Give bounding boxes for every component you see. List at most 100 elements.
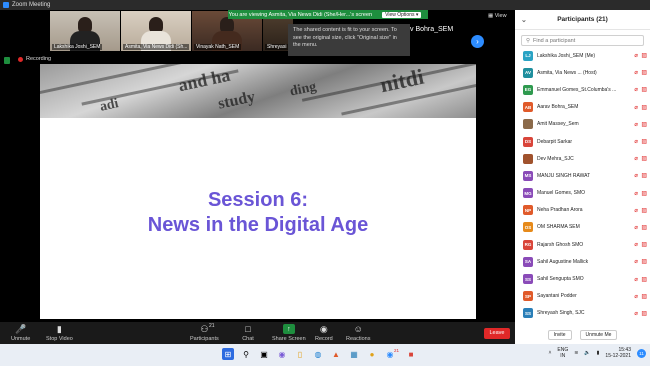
microphone-muted-icon: ⌀ — [634, 173, 638, 180]
participant-search-input[interactable] — [533, 37, 634, 44]
thumbnail-label: Shreyasi — [265, 44, 289, 50]
office-icon[interactable]: ■ — [405, 348, 417, 360]
unmute-button[interactable]: 🎤 Unmute — [11, 324, 30, 343]
start-icon[interactable]: ⊞ — [222, 348, 234, 360]
participant-row[interactable]: SA Sahil Augustine Mallick ⌀ ▨ — [515, 253, 650, 270]
video-off-icon: ▨ — [641, 87, 647, 94]
thumbnail-label: Asmita, Via News Didi (Sh... — [123, 44, 190, 50]
participant-row[interactable]: DS Debarpit Sarkar ⌀ ▨ — [515, 133, 650, 150]
video-off-icon: ▨ — [641, 190, 647, 197]
participant-search[interactable]: ⚲ — [521, 35, 644, 46]
microphone-muted-icon: ⌀ — [634, 242, 638, 249]
store-icon[interactable]: ▦ — [348, 348, 360, 360]
shield-icon[interactable] — [4, 57, 10, 64]
system-tray: ˄ ENG IN ≋ 🔈 ▮ 15:43 15-12-2021 11 — [548, 347, 646, 359]
search-icon[interactable]: ⚲ — [240, 348, 252, 360]
reactions-button[interactable]: ☺ Reactions — [346, 324, 370, 342]
participant-name: Sahil Sengupta SMO — [537, 276, 584, 283]
participant-row[interactable]: LJ Lakshika Joshi_SEM (Me) ⌀ ▨ — [515, 47, 650, 64]
file-explorer-icon[interactable]: ▯ — [294, 348, 306, 360]
task-view-icon[interactable]: ▣ — [258, 348, 270, 360]
avatar: EG — [523, 84, 533, 95]
chevron-up-icon[interactable]: ˄ — [548, 350, 551, 356]
slide-title-line2: News in the Digital Age — [147, 214, 369, 236]
video-off-icon: ▨ — [641, 121, 647, 128]
participant-name: Emmanuel Gomes_St.Columba's ... — [537, 86, 617, 93]
participant-row[interactable]: EG Emmanuel Gomes_St.Columba's ... ⌀ ▨ — [515, 81, 650, 98]
newspaper-header-image: and ha study ding nitdi adi — [40, 64, 476, 118]
participant-row[interactable]: MG Manuel Gomes, SMO ⌀ ▨ — [515, 185, 650, 202]
video-off-icon: ▨ — [641, 53, 647, 60]
stop-video-button[interactable]: ▮ Stop Video — [46, 323, 73, 343]
clock[interactable]: 15:43 15-12-2021 — [605, 347, 631, 359]
microphone-muted-icon: ⌀ — [634, 139, 638, 146]
record-button[interactable]: ◉ Record — [315, 323, 333, 343]
view-options-button[interactable]: View Options ▾ — [382, 11, 422, 18]
recording-indicator[interactable]: Recording — [18, 56, 51, 62]
chat-button[interactable]: □ Chat — [242, 324, 254, 342]
share-screen-button[interactable]: ↑ Share Screen — [272, 324, 306, 342]
participant-row[interactable]: SP Sayantani Podder ⌀ ▨ — [515, 288, 650, 305]
microphone-muted-icon: ⌀ — [634, 87, 638, 94]
next-page-button[interactable]: › — [471, 35, 484, 48]
participant-row[interactable]: NP Neha Pradhan Arora ⌀ ▨ — [515, 202, 650, 219]
participant-row[interactable]: RG Rajarsh Ghosh SMO ⌀ ▨ — [515, 236, 650, 253]
recording-label: Recording — [26, 56, 52, 62]
microphone-muted-icon: ⌀ — [634, 70, 638, 77]
participants-count: 21 — [209, 323, 215, 329]
video-off-icon: ▨ — [641, 293, 647, 300]
video-camera-icon: ▮ — [56, 323, 62, 334]
fit-screen-tooltip: The shared content is fit to your screen… — [288, 24, 410, 56]
avatar: SS — [523, 274, 533, 285]
participant-list: LJ Lakshika Joshi_SEM (Me) ⌀ ▨ AV Asmita, Via… — [515, 47, 650, 322]
zoom-badge: 21 — [394, 348, 400, 353]
wifi-icon[interactable]: ≋ — [574, 350, 578, 356]
participants-panel-title: Participants (21) — [557, 16, 608, 23]
participant-name: Sayantani Podder — [537, 293, 577, 300]
chevron-right-icon: › — [476, 37, 479, 46]
taskbar-apps: ⊞ ⚲ ▣ ◉ ▯ ◍ ▲ ▦ ● ◉ 21 ■ — [222, 348, 417, 360]
viewing-banner-text: You are viewing Asmita, Via News Didi (S… — [228, 11, 373, 18]
record-icon: ◉ — [319, 323, 328, 334]
leave-button[interactable]: Leave — [484, 328, 510, 339]
invite-button[interactable]: Invite — [547, 330, 572, 340]
brave-icon[interactable]: ▲ — [330, 348, 342, 360]
presentation-slide: and ha study ding nitdi adi Session 6: N… — [40, 64, 476, 319]
participant-row[interactable]: AB Aarav Bohra_SEM ⌀ ▨ — [515, 99, 650, 116]
slide-title: Session 6: News in the Digital Age — [40, 188, 476, 238]
speaker-icon[interactable]: 🔈 — [584, 350, 590, 356]
chat-bubble-icon: □ — [245, 324, 251, 334]
microphone-muted-icon: ⌀ — [634, 104, 638, 111]
view-layout-label: View — [494, 13, 507, 19]
participant-row[interactable]: Dev Mehra_SJC ⌀ ▨ — [515, 150, 650, 167]
participant-row[interactable]: OS OM SHARMA SEM ⌀ ▨ — [515, 219, 650, 236]
video-thumbnail[interactable]: Asmita, Via News Didi (Sh... — [121, 11, 191, 51]
participant-row[interactable]: SS Sahil Sengupta SMO ⌀ ▨ — [515, 270, 650, 287]
slide-title-line1: Session 6: — [207, 189, 309, 211]
notification-badge[interactable]: 11 — [637, 348, 646, 358]
video-thumbnail[interactable]: Lakshika Joshi_SEM — [50, 11, 120, 51]
avatar: SA — [523, 256, 533, 267]
participant-row[interactable]: AV Asmita, Via News ... (Host) ⌀ ▨ — [515, 64, 650, 81]
chat-app-icon[interactable]: ◉ — [276, 348, 288, 360]
participant-row[interactable]: Amit Massey_Sem ⌀ ▨ — [515, 116, 650, 133]
participant-name: Aarav Bohra_SEM — [537, 104, 579, 111]
video-off-icon: ▨ — [641, 104, 647, 111]
participant-name: MANJU SINGH RAWAT — [537, 172, 591, 179]
unmute-me-button[interactable]: Unmute Me — [579, 330, 618, 340]
region-code: IN — [560, 353, 566, 359]
chevron-down-icon[interactable]: ⌄ — [521, 16, 527, 24]
participant-row[interactable]: MS MANJU SINGH RAWAT ⌀ ▨ — [515, 167, 650, 184]
participant-name: Lakshika Joshi_SEM (Me) — [537, 52, 596, 59]
participants-label: Participants — [190, 336, 219, 342]
video-off-icon: ▨ — [641, 242, 647, 249]
battery-icon[interactable]: ▮ — [597, 350, 600, 356]
view-layout-button[interactable]: ▦ View — [488, 13, 507, 19]
avatar — [523, 119, 533, 130]
language-indicator[interactable]: ENG IN — [557, 347, 568, 359]
newspaper-word: and ha — [176, 64, 232, 96]
chrome-icon[interactable]: ● — [366, 348, 378, 360]
edge-icon[interactable]: ◍ — [312, 348, 324, 360]
participant-row[interactable]: SS Shreyash Singh, SJC ⌀ ▨ — [515, 305, 650, 322]
video-off-icon: ▨ — [641, 139, 647, 146]
